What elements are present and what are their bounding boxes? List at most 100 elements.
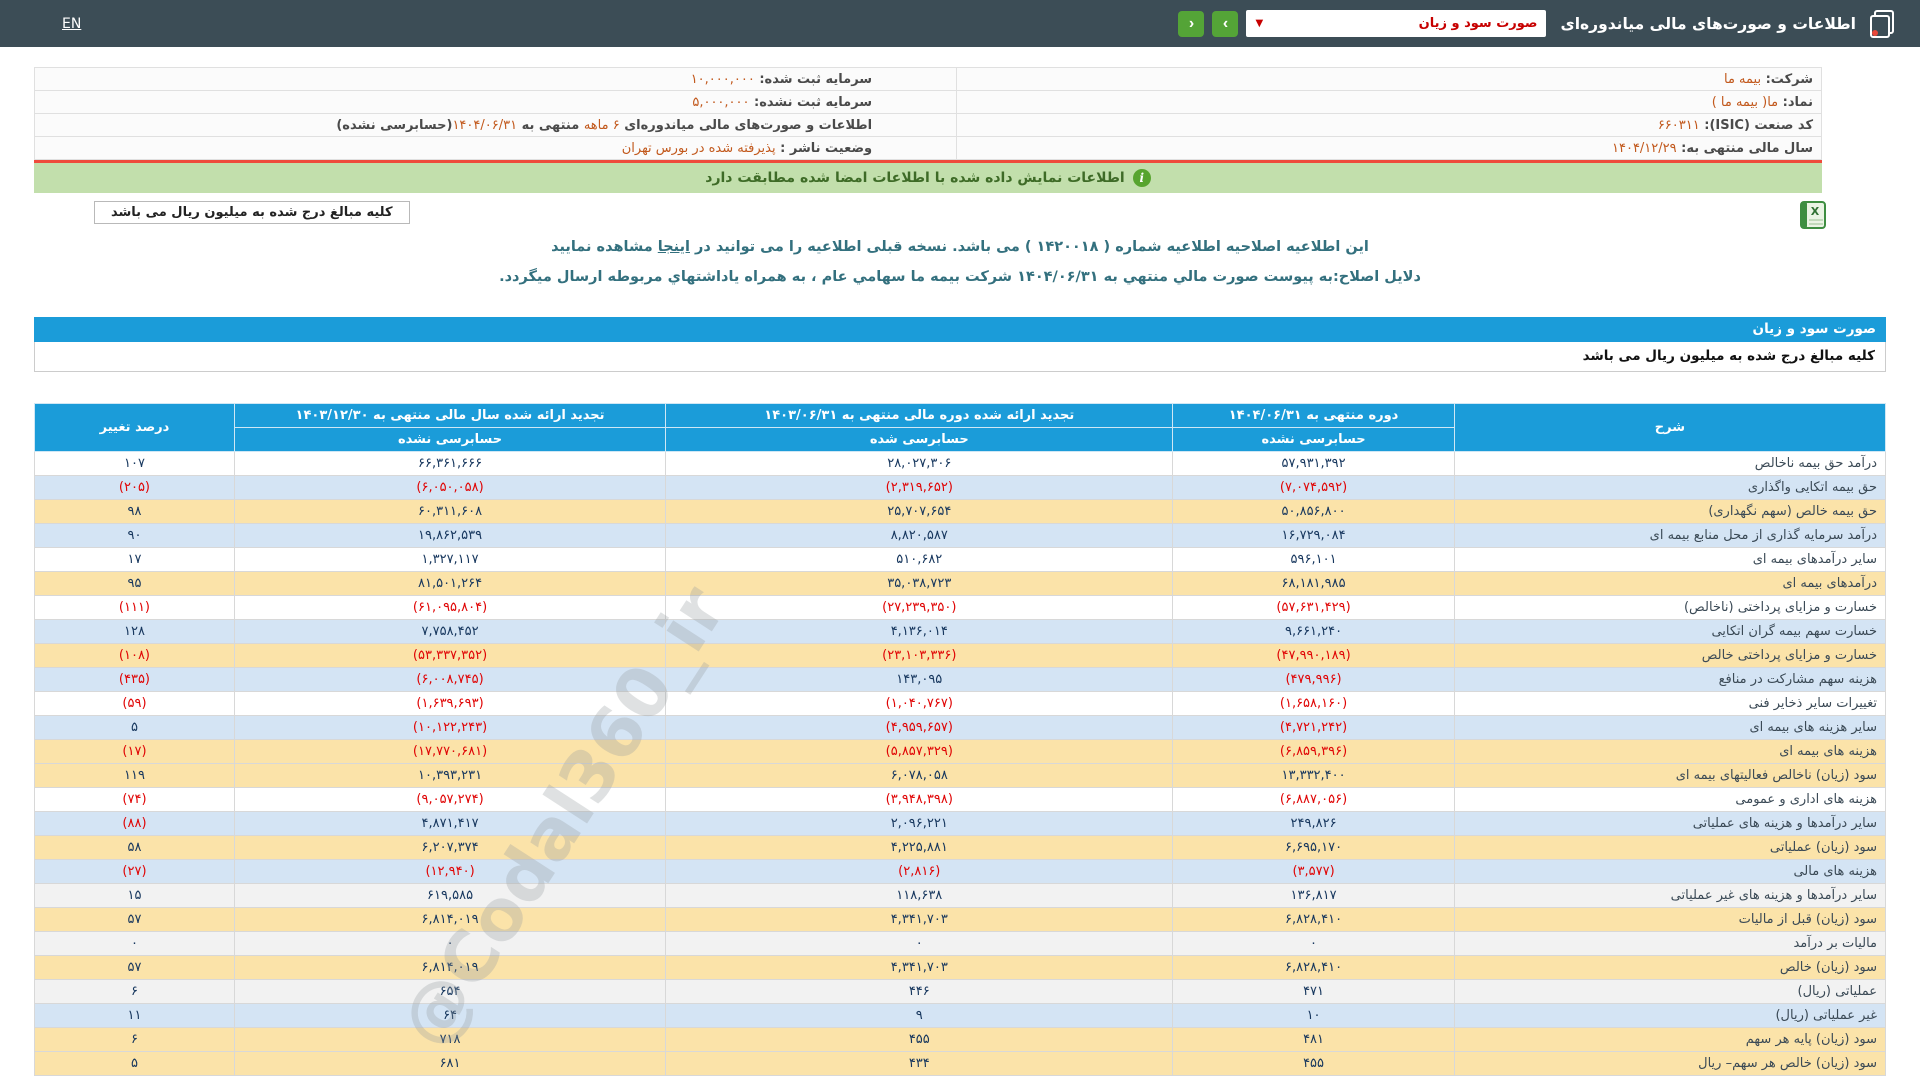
excel-export-icon[interactable]: X: [1800, 201, 1826, 229]
cell-prior_year: (۱۷,۷۷۰,۶۸۱): [233, 739, 667, 764]
cell-value: ۶,۶۹۵,۱۷۰: [1284, 840, 1343, 855]
prev-report-button[interactable]: ‹: [1178, 10, 1205, 37]
cell-value: (۱,۶۳۹,۶۹۳): [416, 696, 484, 711]
cell-value: ۱۴۳,۰۹۵: [896, 672, 943, 687]
cell-prior_period: ۱۴۳,۰۹۵: [665, 667, 1174, 692]
cell-value: ۴,۳۴۱,۷۰۳: [890, 960, 948, 975]
cell-value: (۱۱۱): [118, 600, 150, 615]
row-label: تغییرات سایر ذخایر فنی: [1453, 691, 1887, 716]
cell-value: (۵۹): [122, 696, 147, 711]
company-info-table: شرکت: بیمه ما سرمایه ثبت شده: ۱۰,۰۰۰,۰۰۰ ن…: [33, 67, 1822, 160]
cell-prior_year: ۱۰,۳۹۳,۲۳۱: [233, 763, 667, 788]
cell-prior_year: (۶۱,۰۹۵,۸۰۴): [233, 595, 667, 620]
next-report-button[interactable]: ›: [1212, 10, 1239, 37]
cell-value: ۹: [915, 1008, 923, 1023]
cell-prior_period: ۹: [665, 1003, 1174, 1028]
previous-version-link[interactable]: اینجا: [658, 239, 690, 255]
cell-change_pct: ۱۰۷: [34, 451, 235, 476]
cell-change_pct: (۲۰۵): [34, 475, 235, 500]
cell-value: (۴۷۹,۹۹۶): [1285, 672, 1342, 687]
table-row: درآمدهای بیمه ای ۶۸,۱۸۱,۹۸۵ ۳۵,۰۳۸,۷۲۳ ۸۱,۵…: [34, 571, 1887, 596]
cell-change_pct: ۱۲۸: [34, 619, 235, 644]
row-label: سود (زیان) خالص: [1453, 955, 1887, 980]
cell-prior_year: (۱۰,۱۲۲,۲۴۳): [233, 715, 667, 740]
unit-row-top: کلیه مبالغ درج شده به میلیون ریال می باش…: [34, 201, 1886, 229]
cell-value: ۹۰: [127, 528, 142, 543]
cell-value: ۵۱۰,۶۸۲: [896, 552, 943, 567]
cell-prior_year: ۷۱۸: [233, 1027, 667, 1052]
row-label: خسارت و مزایای پرداختی (ناخالص): [1453, 595, 1887, 620]
clipboard-icon: [1870, 9, 1894, 38]
cell-value: ۱۱۸,۶۳۸: [896, 888, 943, 903]
cell-value: (۶,۰۵۰,۰۵۸): [416, 480, 484, 495]
info-icon: i: [1132, 169, 1151, 187]
cell-value: ۴۵۵: [908, 1032, 930, 1047]
amendment-note-line1: این اطلاعیه اصلاحیه اطلاعیه شماره ( ۱۴۲۰…: [0, 239, 1920, 255]
report-type-dropdown[interactable]: صورت سود و زیان ▼: [1246, 10, 1547, 37]
table-row: غیر عملیاتی (ریال) ۱۰ ۹ ۶۴ ۱۱: [34, 1003, 1887, 1028]
cell-value: (۵,۸۵۷,۳۲۹): [885, 744, 953, 759]
cell-value: ۱۰,۳۹۳,۲۳۱: [418, 768, 483, 783]
cell-current: ۶,۸۲۸,۴۱۰: [1172, 907, 1455, 932]
cell-value: ۱۳,۳۳۲,۴۰۰: [1281, 768, 1346, 783]
cell-value: ۶۸,۱۸۱,۹۸۵: [1281, 576, 1346, 591]
cell-current: (۶,۸۸۷,۰۵۶): [1172, 787, 1455, 812]
cell-current: (۴,۷۲۱,۲۴۲): [1172, 715, 1455, 740]
language-switch-link[interactable]: EN: [62, 16, 81, 32]
cell-change_pct: (۱۱۱): [34, 595, 235, 620]
cell-value: ۹,۶۶۱,۲۴۰: [1284, 624, 1343, 639]
cell-value: ۱۹,۸۶۲,۵۳۹: [418, 528, 483, 543]
cell-prior_period: ۰: [665, 931, 1174, 956]
table-row: عملیاتی (ریال) ۴۷۱ ۴۴۶ ۶۵۴ ۶: [34, 979, 1887, 1004]
header-current-period: دوره منتهی به ۱۴۰۴/۰۶/۳۱: [1172, 403, 1455, 428]
cell-prior_year: ۶۰,۳۱۱,۶۰۸: [233, 499, 667, 524]
cell-value: ۶۸۱: [439, 1056, 461, 1071]
cell-value: (۷,۰۷۴,۵۹۲): [1279, 480, 1348, 495]
header-change-pct: درصد تغییر: [34, 403, 235, 452]
cell-change_pct: (۲۷): [34, 859, 235, 884]
cell-value: ۱۱: [127, 1008, 142, 1023]
cell-change_pct: (۱۷): [34, 739, 235, 764]
cell-change_pct: ۵۷: [34, 907, 235, 932]
row-label: درآمدهای بیمه ای: [1453, 571, 1887, 596]
cell-change_pct: ۶: [34, 979, 235, 1004]
row-label: سود (زیان) ناخالص فعالیتهای بیمه ای: [1453, 763, 1887, 788]
company-value: ۶ ماهه: [583, 117, 620, 133]
cell-change_pct: ۹۸: [34, 499, 235, 524]
cell-value: ۱۷: [127, 552, 142, 567]
row-label: سایر هزینه های بیمه ای: [1453, 715, 1887, 740]
cell-value: ۱,۳۲۷,۱۱۷: [421, 552, 479, 567]
row-label: درآمد حق بیمه ناخالص: [1453, 451, 1887, 476]
unit-note-row: کلیه مبالغ درج شده به میلیون ریال می باش…: [34, 342, 1886, 372]
cell-current: (۴۷,۹۹۰,۱۸۹): [1172, 643, 1455, 668]
company-row: کد صنعت (ISIC): ۶۶۰۳۱۱ اطلاعات و صورت‌های…: [33, 113, 1822, 137]
table-row: سایر هزینه های بیمه ای (۴,۷۲۱,۲۴۲) (۴,۹۵۹,…: [34, 715, 1887, 740]
cell-value: ۶,۸۲۸,۴۱۰: [1284, 960, 1343, 975]
section-header: صورت سود و زیان: [34, 317, 1886, 342]
cell-current: ۵۰,۸۵۶,۸۰۰: [1172, 499, 1455, 524]
row-label: سایر درآمدها و هزینه های عملیاتی: [1453, 811, 1887, 836]
amendment-note-line2: دلایل اصلاح:به پیوست صورت مالي منتهي به …: [499, 269, 1421, 285]
cell-value: ۵۹۶,۱۰۱: [1290, 552, 1337, 567]
cell-current: ۴۸۱: [1172, 1027, 1455, 1052]
table-row: هزینه های اداری و عمومی (۶,۸۸۷,۰۵۶) (۳,۹۴۸…: [34, 787, 1887, 812]
cell-value: (۴,۹۵۹,۶۵۷): [885, 720, 953, 735]
cell-prior_year: ۶,۸۱۴,۰۱۹: [233, 907, 667, 932]
row-label: سایر درآمدهای بیمه ای: [1453, 547, 1887, 572]
cell-value: ۵۰,۸۵۶,۸۰۰: [1281, 504, 1346, 519]
table-row: حق بیمه خالص (سهم نگهداری) ۵۰,۸۵۶,۸۰۰ ۲۵,۷…: [34, 499, 1887, 524]
cell-value: ۲,۰۹۶,۲۲۱: [890, 816, 948, 831]
cell-value: ۱۵: [127, 888, 142, 903]
company-row: شرکت: بیمه ما سرمایه ثبت شده: ۱۰,۰۰۰,۰۰۰: [33, 67, 1822, 91]
cell-change_pct: ۰: [34, 931, 235, 956]
cell-value: ۷,۷۵۸,۴۵۲: [421, 624, 479, 639]
cell-value: ۲۸,۰۲۷,۳۰۶: [887, 456, 952, 471]
cell-value: ۹۵: [127, 576, 142, 591]
row-label: خسارت و مزایای پرداختی خالص: [1453, 643, 1887, 668]
cell-prior_period: ۲۸,۰۲۷,۳۰۶: [665, 451, 1174, 476]
cell-value: (۴۷,۹۹۰,۱۸۹): [1276, 648, 1351, 663]
cell-current: ۱۳۶,۸۱۷: [1172, 883, 1455, 908]
company-cell: سال مالی منتهی به: ۱۴۰۴/۱۲/۲۹: [956, 136, 1822, 160]
cell-value: (۴۳۵): [118, 672, 150, 687]
cell-prior_period: ۲,۰۹۶,۲۲۱: [665, 811, 1174, 836]
